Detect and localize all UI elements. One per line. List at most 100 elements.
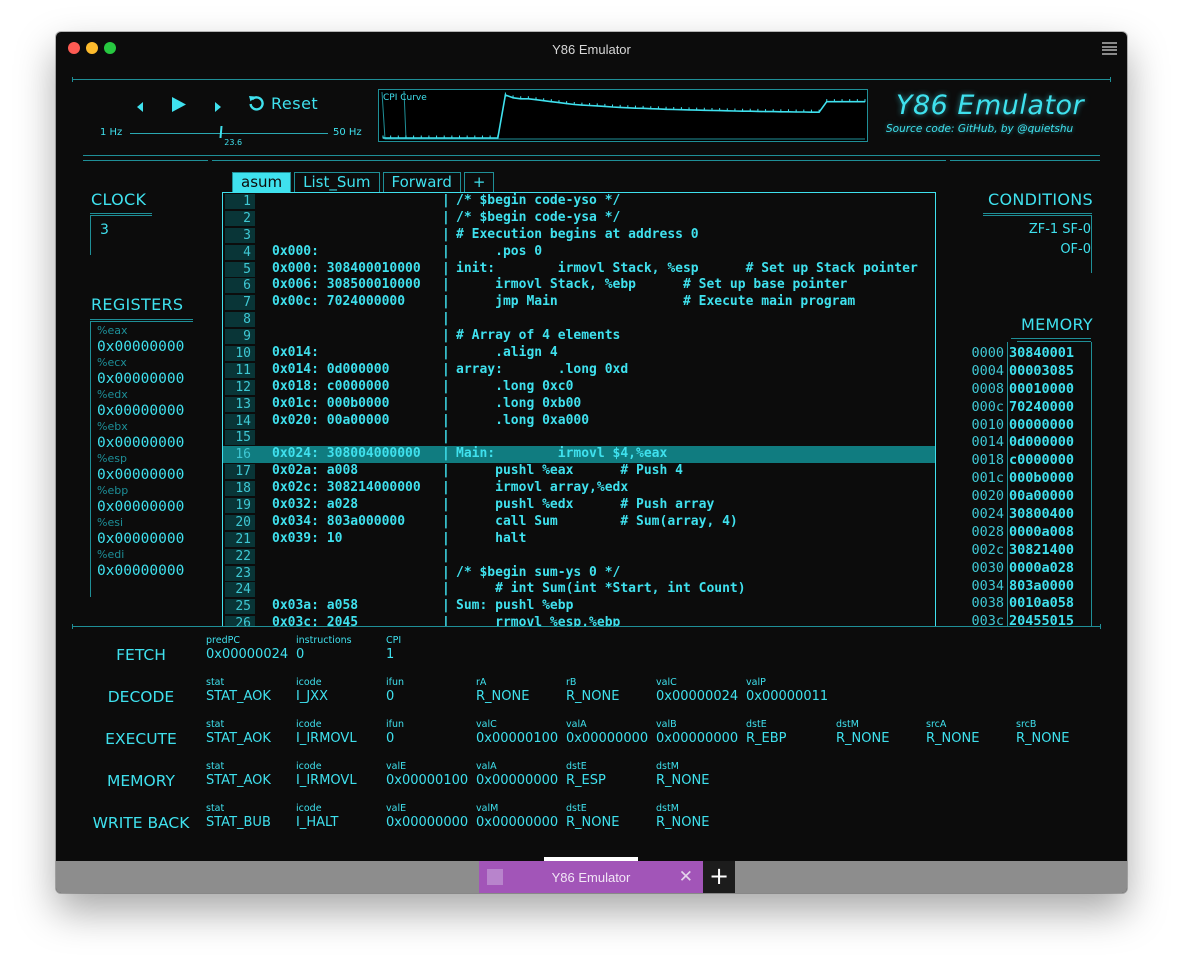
field-name: valC: [476, 719, 497, 730]
code-line[interactable]: 8 |: [223, 311, 935, 328]
code-line[interactable]: 17 0x02a: a008 | pushl %eax # Push 4: [223, 463, 935, 480]
field-value: R_ESP: [566, 773, 606, 788]
line-number: 18: [225, 481, 255, 497]
plus-icon[interactable]: +: [703, 861, 735, 893]
pipeline-field-stat: stat STAT_BUB: [206, 803, 296, 831]
memory-address: 0028: [971, 523, 1004, 540]
register-name: %edx: [97, 388, 128, 401]
cpi-curve-title: CPI Curve: [383, 93, 427, 103]
code-line[interactable]: 4 0x000: | .pos 0: [223, 244, 935, 261]
code-line[interactable]: 25 0x03a: a058 | Sum: pushl %ebp: [223, 598, 935, 615]
source-code-link[interactable]: Source code: GitHub, by @quietshu: [886, 123, 1073, 135]
line-number: 20: [225, 514, 255, 530]
line-number: 2: [225, 210, 255, 226]
column-separator: |: [442, 598, 450, 614]
code-line[interactable]: 19 0x032: a028 | pushl %edx # Push array: [223, 497, 935, 514]
register-value: 0x00000000: [97, 563, 185, 579]
code-line[interactable]: 18 0x02c: 308214000000 | irmovl array,%edx: [223, 480, 935, 497]
code-line[interactable]: 16 0x024: 308004000000 | Main: irmovl $4,%e…: [223, 446, 935, 464]
code-line[interactable]: 6 0x006: 308500010000 | irmovl Stack, %ebp…: [223, 277, 935, 294]
pipeline-field-stat: stat STAT_AOK: [206, 719, 296, 747]
code-line[interactable]: 10 0x014: | .align 4: [223, 345, 935, 362]
line-source: .long 0xb00: [456, 395, 582, 411]
condition-flags-line1: ZF-1 SF-0: [1028, 222, 1091, 237]
line-number: 21: [225, 531, 255, 547]
field-value: R_NONE: [656, 773, 710, 788]
tab-forward[interactable]: Forward: [382, 172, 461, 192]
field-name: srcB: [1016, 719, 1037, 730]
code-line[interactable]: 9 | # Array of 4 elements: [223, 328, 935, 345]
code-line[interactable]: 5 0x000: 308400010000 | init: irmovl Stack,…: [223, 261, 935, 278]
code-line[interactable]: 20 0x034: 803a000000 | call Sum # Sum(arra…: [223, 514, 935, 531]
code-line[interactable]: 13 0x01c: 000b0000 | .long 0xb00: [223, 396, 935, 413]
step-back-button[interactable]: [136, 98, 144, 117]
tab-list-sum[interactable]: List_Sum: [294, 172, 380, 192]
divider-tick: [72, 624, 73, 629]
memory-value: 000b0000: [1009, 470, 1075, 487]
memory-row: 0024 30800400: [963, 506, 1074, 524]
code-line[interactable]: 23 | /* $begin sum-ys 0 */: [223, 565, 935, 582]
line-source: Sum: pushl %ebp: [456, 598, 574, 614]
field-value: R_NONE: [1016, 731, 1070, 746]
pipeline-field-icode: icode I_HALT: [296, 803, 386, 831]
code-line[interactable]: 14 0x020: 00a00000 | .long 0xa000: [223, 413, 935, 430]
code-line[interactable]: 1 | /* $begin code-yso */: [223, 193, 935, 210]
tab-asum[interactable]: asum: [232, 172, 292, 192]
reset-icon: [249, 96, 264, 111]
header-divider-segment: [950, 160, 1100, 161]
code-editor[interactable]: 1 | /* $begin code-yso */ 2 | /* $begin code-…: [222, 192, 936, 627]
code-line[interactable]: 2 | /* $begin code-ysa */: [223, 210, 935, 227]
line-address: 0x034: 803a000000: [272, 513, 406, 529]
condition-flags-line2: OF-0: [1060, 242, 1091, 257]
play-button[interactable]: [171, 96, 187, 117]
field-name: ifun: [386, 719, 405, 730]
pipeline-field-dstm: dstM R_NONE: [656, 761, 746, 789]
pipeline-field-cpi: CPI 1: [386, 635, 476, 663]
code-line[interactable]: 7 0x00c: 7024000000 | jmp Main # Execute m…: [223, 294, 935, 311]
clock-frame-line: [90, 213, 152, 214]
hamburger-menu-icon[interactable]: [1102, 42, 1117, 55]
stage-fetch: FETCH: [116, 646, 166, 664]
speed-slider[interactable]: [130, 133, 328, 134]
code-line[interactable]: 21 0x039: 10 | halt: [223, 531, 935, 548]
line-source: irmovl Stack, %ebp # Set up base pointer: [456, 277, 848, 293]
header-bottom-divider: [83, 155, 1100, 156]
code-line[interactable]: 12 0x018: c0000000 | .long 0xc0: [223, 379, 935, 396]
register-name: %ebp: [97, 484, 129, 497]
column-separator: |: [442, 260, 450, 276]
code-line[interactable]: 24 | # int Sum(int *Start, int Count): [223, 581, 935, 598]
line-source: # Execution begins at address 0: [456, 226, 699, 242]
code-line[interactable]: 3 | # Execution begins at address 0: [223, 227, 935, 244]
pipeline-field-valb: valB 0x00000000: [656, 719, 746, 747]
column-separator: |: [442, 463, 450, 479]
titlebar: Y86 Emulator: [56, 32, 1127, 66]
memory-value: 0000a028: [1009, 559, 1075, 576]
line-source: jmp Main # Execute main program: [456, 294, 856, 310]
code-line[interactable]: 11 0x014: 0d000000 | array: .long 0xd: [223, 362, 935, 379]
speed-slider-handle[interactable]: [219, 126, 223, 138]
divider-tick: [72, 77, 73, 82]
code-line[interactable]: 22 |: [223, 548, 935, 565]
field-value: STAT_AOK: [206, 689, 271, 704]
field-value: STAT_AOK: [206, 731, 271, 746]
pipeline-field-dste: dstE R_ESP: [566, 761, 656, 789]
memory-row: 002c 30821400: [963, 542, 1074, 560]
column-separator: |: [442, 277, 450, 293]
field-name: rB: [566, 677, 577, 688]
field-value: STAT_BUB: [206, 815, 271, 830]
pipeline-field-icode: icode I_IRMOVL: [296, 761, 386, 789]
memory-address: 0008: [971, 380, 1004, 397]
memory-frame-line: [1011, 338, 1091, 339]
close-icon[interactable]: ✕: [679, 867, 693, 887]
add-tab-button[interactable]: +: [463, 172, 495, 192]
reset-button[interactable]: Reset: [248, 94, 318, 113]
taskbar-tab[interactable]: Y86 Emulator ✕: [479, 857, 703, 893]
pipeline-field-icode: icode I_IRMOVL: [296, 719, 386, 747]
field-value: 0: [296, 647, 305, 662]
step-forward-button[interactable]: [214, 98, 222, 117]
conditions-title: CONDITIONS: [988, 190, 1093, 209]
code-line[interactable]: 15 |: [223, 429, 935, 446]
field-name: srcA: [926, 719, 947, 730]
pipeline-field-srca: srcA R_NONE: [926, 719, 1016, 747]
speed-value: 23.6: [224, 138, 243, 147]
